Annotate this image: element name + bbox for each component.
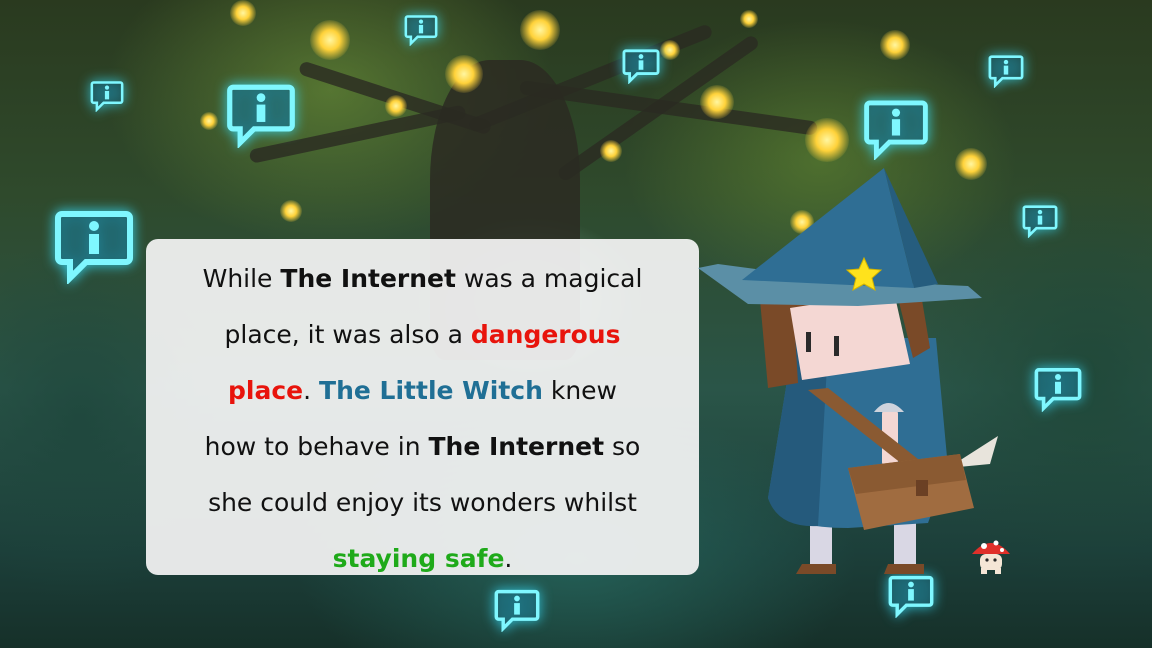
story-text: . [303, 376, 320, 405]
glowing-light [600, 140, 622, 162]
witch-shoe [884, 564, 924, 574]
story-text: so [604, 432, 641, 461]
witch-eye [834, 336, 839, 356]
story-text: she could enjoy its wonders whilst [208, 488, 637, 517]
glowing-light [520, 10, 560, 50]
glowing-light [805, 118, 849, 162]
mushroom-icon [972, 540, 1010, 574]
info-bubble-icon [404, 14, 438, 46]
glowing-light [385, 95, 407, 117]
glowing-light [660, 40, 680, 60]
story-text: While [202, 264, 281, 293]
glowing-light [230, 0, 256, 26]
story-line: While The Internet was a magical [166, 251, 679, 307]
glowing-light [700, 85, 734, 119]
info-bubble-icon [862, 98, 930, 160]
story-line: how to behave in The Internet so [166, 419, 679, 475]
story-text: place, it was also a [224, 320, 471, 349]
satchel-buckle [916, 480, 928, 496]
safe-text: staying safe [332, 544, 505, 573]
info-bubble-icon [52, 208, 136, 284]
story-text: was a magical [455, 264, 643, 293]
witch-hat [742, 168, 914, 288]
glowing-light [280, 200, 302, 222]
glowing-light [310, 20, 350, 60]
character-name-text: The Little Witch [319, 376, 543, 405]
story-text: knew [542, 376, 617, 405]
info-bubble-icon [494, 588, 540, 632]
story-line: place, it was also a dangerous [166, 307, 679, 363]
danger-text: dangerous [470, 320, 621, 349]
info-bubble-icon [90, 80, 124, 112]
info-bubble-icon [1034, 366, 1082, 412]
story-line: staying safe. [166, 531, 679, 587]
story-line: she could enjoy its wonders whilst [166, 475, 679, 531]
witch-eye [806, 332, 811, 352]
glowing-light [445, 55, 483, 93]
little-witch-character [698, 168, 998, 574]
story-text: how to behave in [204, 432, 429, 461]
info-bubble-icon [622, 48, 660, 84]
danger-text: place [228, 376, 304, 405]
keyword-text: The Internet [428, 432, 605, 461]
glowing-light [740, 10, 758, 28]
keyword-text: The Internet [280, 264, 456, 293]
info-bubble-icon [988, 54, 1024, 88]
witch-shoe [796, 564, 836, 574]
story-line: place. The Little Witch knew [166, 363, 679, 419]
story-text-box: While The Internet was a magical place, i… [146, 239, 699, 575]
info-bubble-icon [222, 82, 300, 148]
info-bubble-icon [1022, 204, 1058, 238]
glowing-light [880, 30, 910, 60]
story-text: . [504, 544, 513, 573]
glowing-light [200, 112, 218, 130]
